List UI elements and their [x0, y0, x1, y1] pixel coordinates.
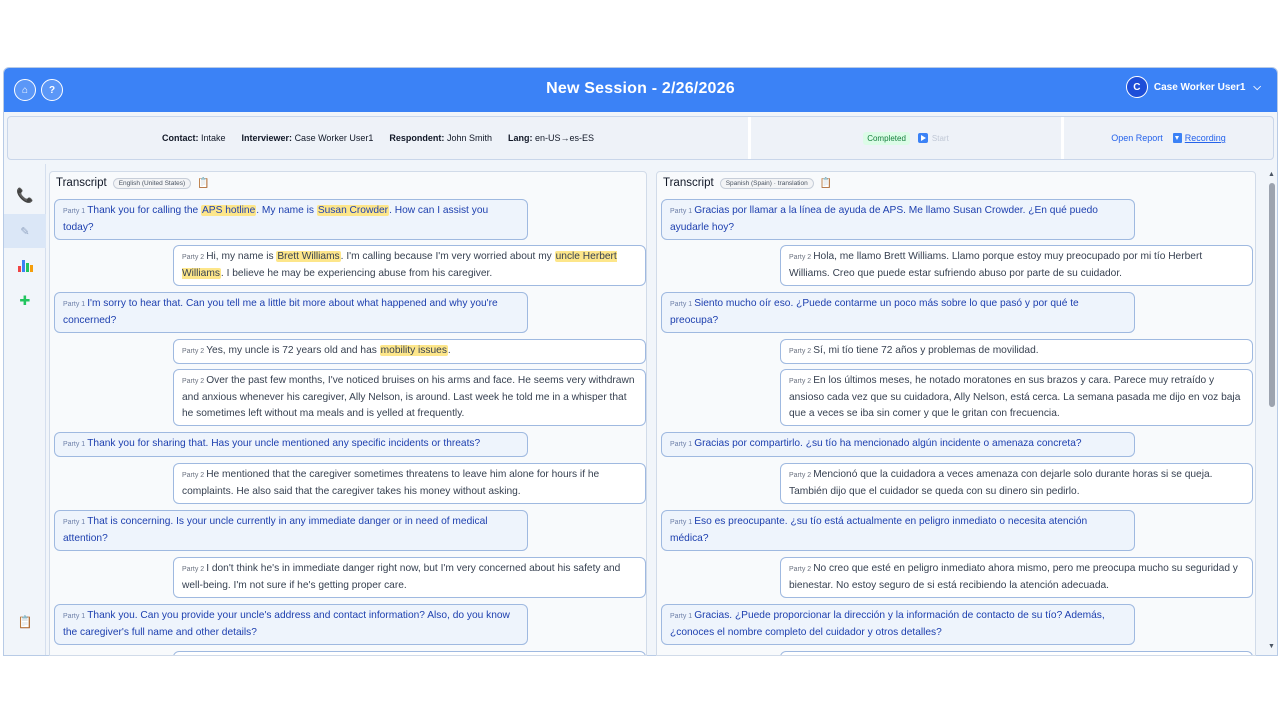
highlight-entity[interactable]: Brett Williams: [276, 251, 341, 262]
language-badge: English (United States): [112, 177, 192, 189]
recording-link[interactable]: Recording: [1172, 133, 1226, 143]
transcript-panel-original: Transcript English (United States) 📋 Par…: [49, 171, 647, 656]
scroll-up-icon[interactable]: ▲: [1268, 171, 1275, 178]
puzzle-icon: ✚: [19, 293, 31, 308]
message-party1: Party 1 Gracias por compartirlo. ¿su tío …: [661, 432, 1135, 457]
message-party1: Party 1 Thank you. Can you provide your u…: [54, 604, 528, 645]
start-button[interactable]: Start: [917, 133, 949, 143]
chevron-down-icon: ⌵: [1253, 81, 1261, 93]
highlight-entity[interactable]: mobility issues: [379, 345, 448, 356]
message-party2: Party 2 Hi, my name is Brett Williams. I'…: [173, 245, 646, 286]
page-title: New Session - 2/26/2026: [546, 80, 735, 97]
play-icon: [917, 133, 928, 143]
clipboard-icon[interactable]: 📋: [820, 178, 832, 189]
message-party1: Party 1 Thank you for sharing that. Has y…: [54, 432, 528, 457]
message-party1: Party 1 Gracias por llamar a la línea de …: [661, 199, 1135, 240]
sidebar-item-notes[interactable]: 📋: [4, 605, 46, 639]
respondent-meta: Respondent: John Smith: [389, 133, 492, 143]
message-party2-partial: [780, 651, 1253, 655]
message-party2: Party 2I don't think he's in immediate d…: [173, 557, 646, 598]
contact-meta: Contact: Intake: [161, 133, 226, 143]
message-party1: Party 1 That is concerning. Is your uncle…: [54, 510, 528, 551]
sidebar-item-transcript[interactable]: ✎: [4, 214, 46, 248]
transcript-panel-translation: Transcript Spanish (Spain) · translation…: [656, 171, 1256, 656]
message-party2: Party 2 Over the past few months, I've no…: [173, 369, 646, 426]
message-party2: Party 2 Sí, mi tío tiene 72 años y proble…: [780, 339, 1253, 364]
scrollbar-thumb[interactable]: [1269, 183, 1275, 407]
avatar: C: [1125, 76, 1148, 98]
session-info-bar: Contact: Intake Interviewer: Case Worker…: [7, 116, 1274, 160]
message-party2: Party 2 Mencionó que la cuidadora a veces…: [780, 463, 1253, 504]
session-meta: Contact: Intake Interviewer: Case Worker…: [8, 117, 748, 159]
session-status: Completed Start: [748, 117, 1064, 159]
scrollbar[interactable]: ▲ ▼: [1267, 171, 1277, 656]
interviewer-meta: Interviewer: Case Worker User1: [241, 133, 374, 143]
phone-icon: 📞: [16, 186, 34, 203]
clipboard-icon[interactable]: 📋: [197, 178, 209, 189]
chat-icon: ✎: [20, 225, 30, 238]
panel-title: Transcript: [56, 177, 107, 189]
message-party2: Party 2 Hola, me llamo Brett Williams. Ll…: [780, 245, 1253, 286]
sidebar-item-calls[interactable]: 📞: [4, 178, 46, 212]
open-report-link[interactable]: Open Report: [1111, 133, 1163, 143]
message-party2: Party 2 En los últimos meses, he notado m…: [780, 369, 1253, 426]
message-party1: Party 1 Eso es preocupante. ¿su tío está …: [661, 510, 1135, 551]
status-badge: Completed: [863, 131, 910, 145]
message-party2-partial: [173, 651, 646, 655]
chart-icon: [17, 260, 33, 272]
header-bar: ⌂ ? New Session - 2/26/2026 C Case Worke…: [4, 68, 1277, 112]
language-badge: Spanish (Spain) · translation: [719, 177, 814, 189]
message-party1: Party 1 Siento mucho oír eso. ¿Puede cont…: [661, 292, 1135, 333]
lang-meta: Lang: en-US→es-ES: [507, 133, 595, 143]
highlight-entity[interactable]: Susan Crowder: [316, 205, 390, 216]
message-party2: Party 2 Yes, my uncle is 72 years old and…: [173, 339, 646, 364]
user-name: Case Worker User1: [1153, 81, 1246, 93]
highlight-entity[interactable]: APS hotline: [201, 205, 257, 216]
message-party1: Party 1 I'm sorry to hear that. Can you t…: [54, 292, 528, 333]
sidebar: 📞 ✎ ✚ 📋: [4, 164, 46, 655]
scroll-down-icon[interactable]: ▼: [1268, 643, 1275, 650]
panel-header: Transcript Spanish (Spain) · translation…: [657, 172, 1255, 194]
panel-title: Transcript: [663, 177, 714, 189]
message-party1: Party 1 Thank you for calling the APS hot…: [54, 199, 528, 240]
user-menu[interactable]: C Case Worker User1 ⌵: [1125, 76, 1261, 98]
panel-header: Transcript English (United States) 📋: [50, 172, 646, 194]
message-party1: Party 1 Gracias. ¿Puede proporcionar la d…: [661, 604, 1135, 645]
message-party2: Party 2 No creo que esté en peligro inmed…: [780, 557, 1253, 598]
sidebar-item-reports[interactable]: [4, 249, 46, 283]
sidebar-item-plugins[interactable]: ✚: [4, 284, 46, 318]
message-party2: Party 2 He mentioned that the caregiver s…: [173, 463, 646, 504]
session-actions: Open Report Recording: [1064, 117, 1273, 159]
download-icon: [1172, 133, 1182, 143]
clipboard-icon: 📋: [17, 615, 33, 629]
